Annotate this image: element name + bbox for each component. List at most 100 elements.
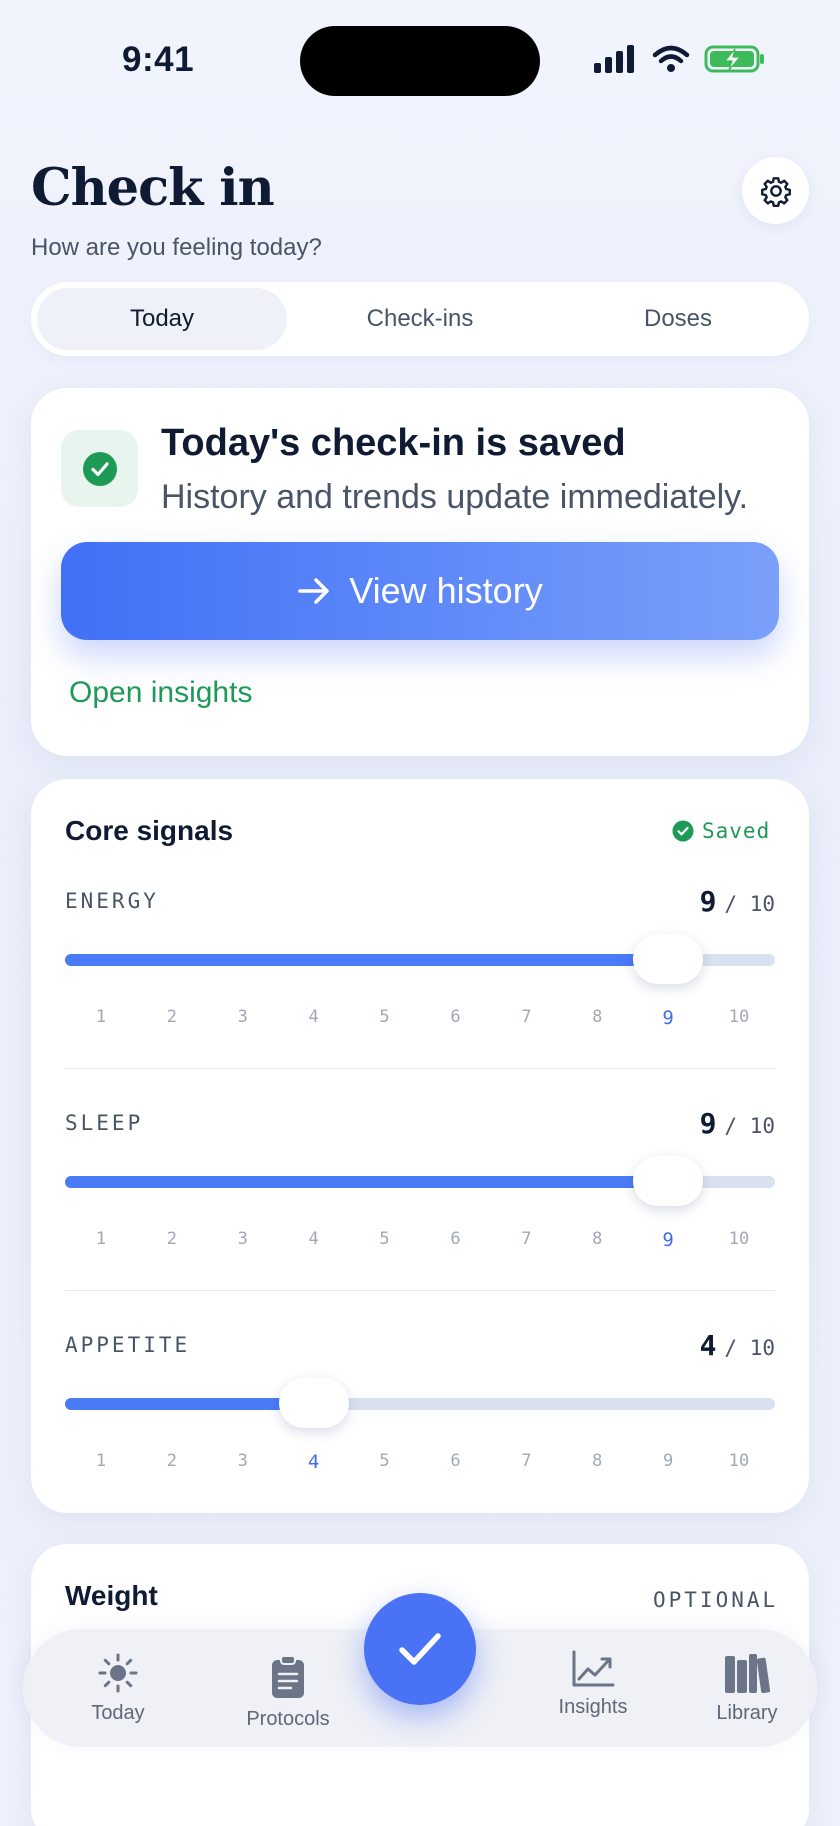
view-segmented-control: Today Check-ins Doses — [31, 282, 809, 356]
wifi-icon — [652, 45, 690, 72]
scale-tick: 9 — [662, 1007, 674, 1029]
slider-scale: 1 2 3 4 5 6 7 8 9 10 — [65, 1007, 775, 1031]
slider-scale: 1 2 3 4 5 6 7 8 9 10 — [65, 1451, 775, 1475]
saved-confirmation-card: Today's check-in is saved History and tr… — [31, 388, 809, 756]
saved-badge-label: Saved — [702, 819, 771, 843]
segment-doses[interactable]: Doses — [553, 288, 803, 350]
scale-tick: 7 — [521, 1007, 532, 1027]
slider-thumb[interactable] — [633, 1156, 704, 1206]
core-signals-title: Core signals — [65, 815, 234, 846]
view-history-label: View history — [349, 570, 543, 611]
saved-subtitle: History and trends update immediately. — [161, 478, 749, 516]
scale-tick: 1 — [95, 1007, 107, 1027]
signal-appetite: APPETITE 4 / 10 1 2 3 4 5 6 7 8 9 10 — [65, 1329, 775, 1533]
tab-today-label: Today — [91, 1701, 145, 1724]
scale-tick: 8 — [592, 1229, 603, 1249]
page-title: Check in — [31, 158, 275, 218]
scale-tick: 4 — [308, 1229, 319, 1249]
signal-value-max: / 10 — [724, 1114, 775, 1138]
gear-icon — [760, 176, 791, 207]
slider-fill — [65, 1398, 314, 1410]
slider-fill — [65, 1176, 669, 1188]
books-icon — [725, 1653, 770, 1693]
scale-tick: 5 — [379, 1451, 390, 1471]
appetite-slider[interactable] — [65, 1378, 775, 1428]
signal-sleep: SLEEP 9 / 10 1 2 3 4 5 6 7 8 9 10 — [65, 1107, 775, 1311]
signal-label: ENERGY — [65, 889, 159, 913]
signal-energy: ENERGY 9 / 10 1 2 3 4 5 6 7 8 9 10 — [65, 885, 775, 1089]
tab-protocols-label: Protocols — [246, 1707, 330, 1730]
success-tile — [61, 430, 138, 507]
chart-icon — [572, 1650, 615, 1686]
tab-today[interactable]: Today — [43, 1629, 193, 1747]
page-header: Check in How are you feeling today? — [31, 158, 322, 262]
segment-check-ins[interactable]: Check-ins — [295, 288, 545, 350]
scale-tick: 3 — [237, 1451, 248, 1471]
status-bar: 9:41 — [0, 0, 840, 120]
view-history-button[interactable]: View history — [61, 542, 779, 640]
signal-value: 9 / 10 — [700, 1107, 775, 1140]
sleep-slider[interactable] — [65, 1156, 775, 1206]
signal-divider — [65, 1068, 775, 1069]
scale-tick: 5 — [379, 1229, 390, 1249]
saved-title: Today's check-in is saved — [161, 422, 626, 464]
slider-thumb[interactable] — [278, 1378, 349, 1428]
battery-charging-icon — [704, 45, 764, 73]
tab-protocols[interactable]: Protocols — [203, 1633, 373, 1751]
slider-thumb[interactable] — [633, 934, 704, 984]
open-insights-link[interactable]: Open insights — [69, 676, 252, 710]
scale-tick: 6 — [450, 1229, 461, 1249]
signal-value-number: 9 — [699, 1107, 717, 1140]
scale-tick: 4 — [308, 1007, 319, 1027]
clipboard-icon — [272, 1654, 304, 1698]
weight-title: Weight — [65, 1580, 158, 1611]
energy-slider[interactable] — [65, 934, 775, 984]
signal-value: 9 / 10 — [700, 885, 775, 918]
signal-value-max: / 10 — [724, 892, 775, 916]
segment-today[interactable]: Today — [37, 288, 287, 350]
status-icons — [594, 44, 766, 74]
scale-tick: 9 — [662, 1229, 674, 1251]
dynamic-island — [300, 26, 540, 96]
settings-button[interactable] — [742, 157, 809, 224]
tab-insights-label: Insights — [558, 1695, 628, 1718]
scale-tick: 10 — [728, 1229, 750, 1249]
signal-value-number: 4 — [699, 1329, 717, 1362]
signal-value-number: 9 — [699, 885, 717, 918]
tab-library-label: Library — [716, 1701, 778, 1724]
scale-tick: 2 — [166, 1229, 177, 1249]
signal-divider — [65, 1290, 775, 1291]
scale-tick: 3 — [237, 1229, 248, 1249]
slider-fill — [65, 954, 669, 966]
scale-tick: 7 — [521, 1229, 532, 1249]
signal-label: APPETITE — [65, 1333, 191, 1357]
checkmark-icon — [399, 1633, 441, 1665]
page-subtitle: How are you feeling today? — [31, 234, 322, 261]
slider-scale: 1 2 3 4 5 6 7 8 9 10 — [65, 1229, 775, 1253]
scale-tick: 10 — [728, 1007, 750, 1027]
scale-tick: 9 — [662, 1451, 674, 1471]
signal-label: SLEEP — [65, 1111, 144, 1135]
scale-tick: 1 — [95, 1229, 107, 1249]
check-circle-icon — [82, 451, 117, 486]
scale-tick: 2 — [166, 1007, 177, 1027]
signal-value: 4 / 10 — [700, 1329, 775, 1362]
signal-icon — [594, 45, 634, 73]
tab-insights[interactable]: Insights — [513, 1625, 673, 1743]
check-in-fab[interactable] — [364, 1593, 476, 1705]
check-circle-icon — [672, 820, 694, 842]
scale-tick: 2 — [166, 1451, 177, 1471]
scale-tick: 6 — [450, 1007, 461, 1027]
scale-tick: 1 — [95, 1451, 107, 1471]
saved-badge: Saved — [672, 819, 770, 843]
optional-label: OPTIONAL — [653, 1588, 779, 1612]
tab-library[interactable]: Library — [677, 1629, 817, 1747]
scale-tick: 8 — [592, 1451, 603, 1471]
scale-tick: 3 — [237, 1007, 248, 1027]
scale-tick: 7 — [521, 1451, 532, 1471]
signal-value-max: / 10 — [724, 1336, 775, 1360]
sun-icon — [98, 1653, 138, 1692]
scale-tick: 8 — [592, 1007, 603, 1027]
scale-tick: 6 — [450, 1451, 461, 1471]
scale-tick: 5 — [379, 1007, 390, 1027]
